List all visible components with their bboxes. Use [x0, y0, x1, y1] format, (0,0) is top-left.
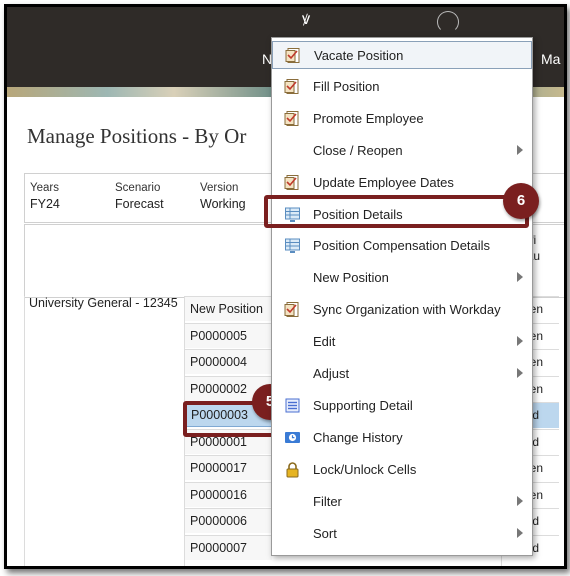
grid-cell-position[interactable]: P0000007	[184, 534, 272, 560]
menu-item-label: Supporting Detail	[313, 397, 413, 413]
pov-years[interactable]: Years FY24	[30, 182, 60, 211]
menu-item-promote-employee[interactable]: Promote Employee	[272, 105, 532, 133]
grid-cell-position[interactable]: New Position	[184, 296, 272, 321]
menu-item-change-history[interactable]: Change History	[272, 424, 532, 452]
context-menu: Vacate Position Fill Position Promote Empl…	[271, 37, 533, 556]
menu-item-label: Edit	[313, 334, 336, 350]
menu-item-label: Change History	[313, 429, 403, 445]
user-avatar-icon[interactable]	[437, 11, 459, 33]
menu-item-position-compensation-details[interactable]: Position Compensation Details	[272, 232, 532, 260]
menu-item-filter[interactable]: Filter	[272, 488, 532, 516]
submenu-arrow-icon	[517, 336, 523, 347]
menu-item-label: Adjust	[313, 366, 350, 381]
menu-item-label: Sync Organization with Workday	[313, 302, 501, 318]
lock-icon	[284, 461, 301, 478]
menu-item-label: Close / Reopen	[313, 142, 403, 158]
form-icon	[284, 78, 301, 95]
form-icon	[284, 301, 301, 318]
pov-scenario[interactable]: Scenario Forecast	[115, 182, 164, 211]
menu-item-label: Position Compensation Details	[313, 238, 491, 254]
menu-item-sync-organization-with-workday[interactable]: Sync Organization with Workday	[272, 296, 532, 324]
logo-icon: ꝟ	[302, 11, 311, 28]
pov-value: FY24	[30, 197, 60, 211]
nav-item-partial-2[interactable]: Ma	[541, 51, 560, 67]
menu-item-close-reopen[interactable]: Close / Reopen	[272, 137, 532, 165]
app-window: ꝟ N Ma Manage Positions - By Or Years FY…	[4, 4, 567, 569]
pov-value: Working	[200, 197, 246, 211]
menu-item-label: Update Employee Dates	[313, 174, 454, 190]
menu-item-label: Promote Employee	[313, 110, 424, 126]
page-title: Manage Positions - By Or	[27, 124, 247, 148]
pov-label: Scenario	[115, 182, 161, 194]
grid-border	[24, 296, 25, 566]
menu-item-label: Vacate Position	[314, 48, 404, 63]
menu-item-label: Fill Position	[313, 78, 380, 94]
grid-cell-position[interactable]: P0000016	[184, 481, 272, 507]
list-icon	[284, 397, 301, 414]
menu-item-adjust[interactable]: Adjust	[272, 360, 532, 388]
menu-item-label: Filter	[313, 493, 342, 509]
grid-cell-position[interactable]: P0000005	[184, 322, 272, 348]
pov-value: Forecast	[115, 197, 164, 211]
submenu-arrow-icon	[517, 495, 523, 506]
menu-item-label: Sort	[313, 525, 337, 541]
menu-item-vacate-position[interactable]: Vacate Position	[272, 41, 532, 69]
grid-icon	[284, 237, 301, 254]
history-icon	[284, 429, 301, 446]
form-icon	[284, 110, 301, 127]
menu-item-label: Lock/Unlock Cells	[313, 461, 417, 477]
submenu-arrow-icon	[517, 272, 523, 283]
menu-item-sort[interactable]: Sort	[272, 520, 532, 548]
pov-version[interactable]: Version Working	[200, 182, 246, 211]
menu-item-update-employee-dates[interactable]: Update Employee Dates	[272, 169, 532, 197]
menu-item-label: New Position	[313, 270, 389, 286]
submenu-arrow-icon	[517, 368, 523, 378]
callout-badge-6: 6	[503, 183, 539, 219]
menu-item-lock-unlock-cells[interactable]: Lock/Unlock Cells	[272, 456, 532, 484]
callout-highlight-6	[264, 195, 529, 228]
form-icon	[284, 174, 301, 191]
submenu-arrow-icon	[517, 144, 523, 155]
grid-cell-position[interactable]: P0000017	[184, 455, 272, 480]
row-member-label[interactable]: University General - 12345	[29, 296, 178, 310]
menu-item-supporting-detail[interactable]: Supporting Detail	[272, 392, 532, 420]
pov-label: Version	[200, 182, 239, 194]
form-icon	[285, 47, 302, 64]
menu-item-new-position[interactable]: New Position	[272, 264, 532, 292]
menu-item-edit[interactable]: Edit	[272, 328, 532, 356]
grid-cell-position[interactable]: P0000004	[184, 349, 272, 374]
submenu-arrow-icon	[517, 527, 523, 538]
grid-cell-position[interactable]: P0000006	[184, 508, 272, 533]
menu-item-fill-position[interactable]: Fill Position	[272, 73, 532, 101]
pov-label: Years	[30, 182, 59, 194]
